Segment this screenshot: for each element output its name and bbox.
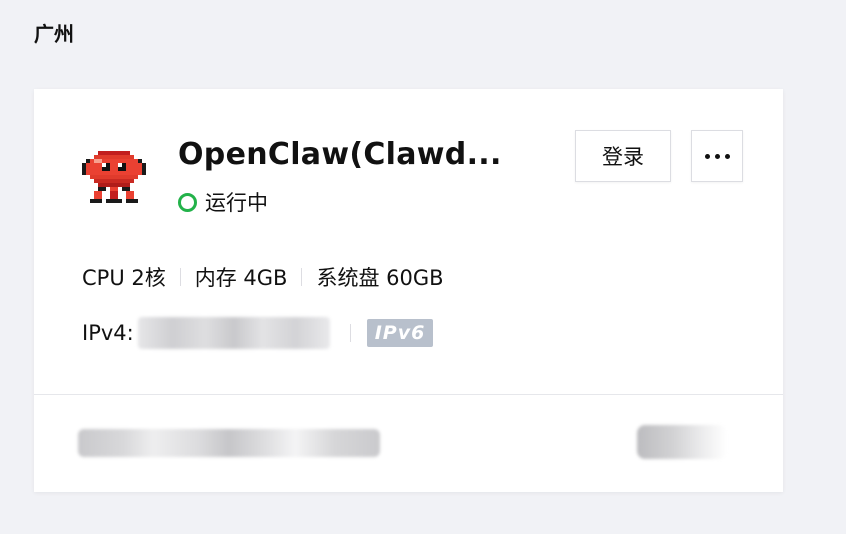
spec-divider: [301, 268, 303, 286]
instance-status: 运行中: [178, 187, 268, 217]
pixel-crab-mascot-icon: [82, 151, 146, 203]
spec-memory: 内存 4GB: [194, 266, 288, 290]
ipv6-badge: IPv6: [366, 319, 434, 347]
ip-divider: [349, 324, 351, 342]
spec-cpu: CPU 2核: [82, 266, 166, 290]
instance-name[interactable]: OpenClaw(Clawd...: [178, 137, 502, 172]
ipv4-label: IPv4:: [82, 321, 134, 345]
ipv4-address-redacted: [137, 317, 330, 349]
footer-action-redacted: [637, 425, 727, 459]
footer-info-redacted: [78, 429, 380, 457]
instance-specs: CPU 2核 内存 4GB 系统盘 60GB: [82, 262, 444, 292]
region-title: 广州: [34, 22, 74, 46]
more-actions-button[interactable]: [691, 130, 743, 182]
instance-card: OpenClaw(Clawd... 运行中 登录 CPU 2核 内存 4GB 系…: [34, 89, 783, 492]
ip-row: IPv4: IPv6: [82, 317, 434, 349]
status-label: 运行中: [205, 191, 268, 215]
card-divider: [34, 394, 783, 395]
login-button[interactable]: 登录: [575, 130, 671, 182]
more-horizontal-icon: [704, 153, 730, 159]
spec-divider: [179, 268, 181, 286]
spec-disk: 系统盘 60GB: [316, 266, 444, 290]
status-running-icon: [178, 192, 197, 212]
